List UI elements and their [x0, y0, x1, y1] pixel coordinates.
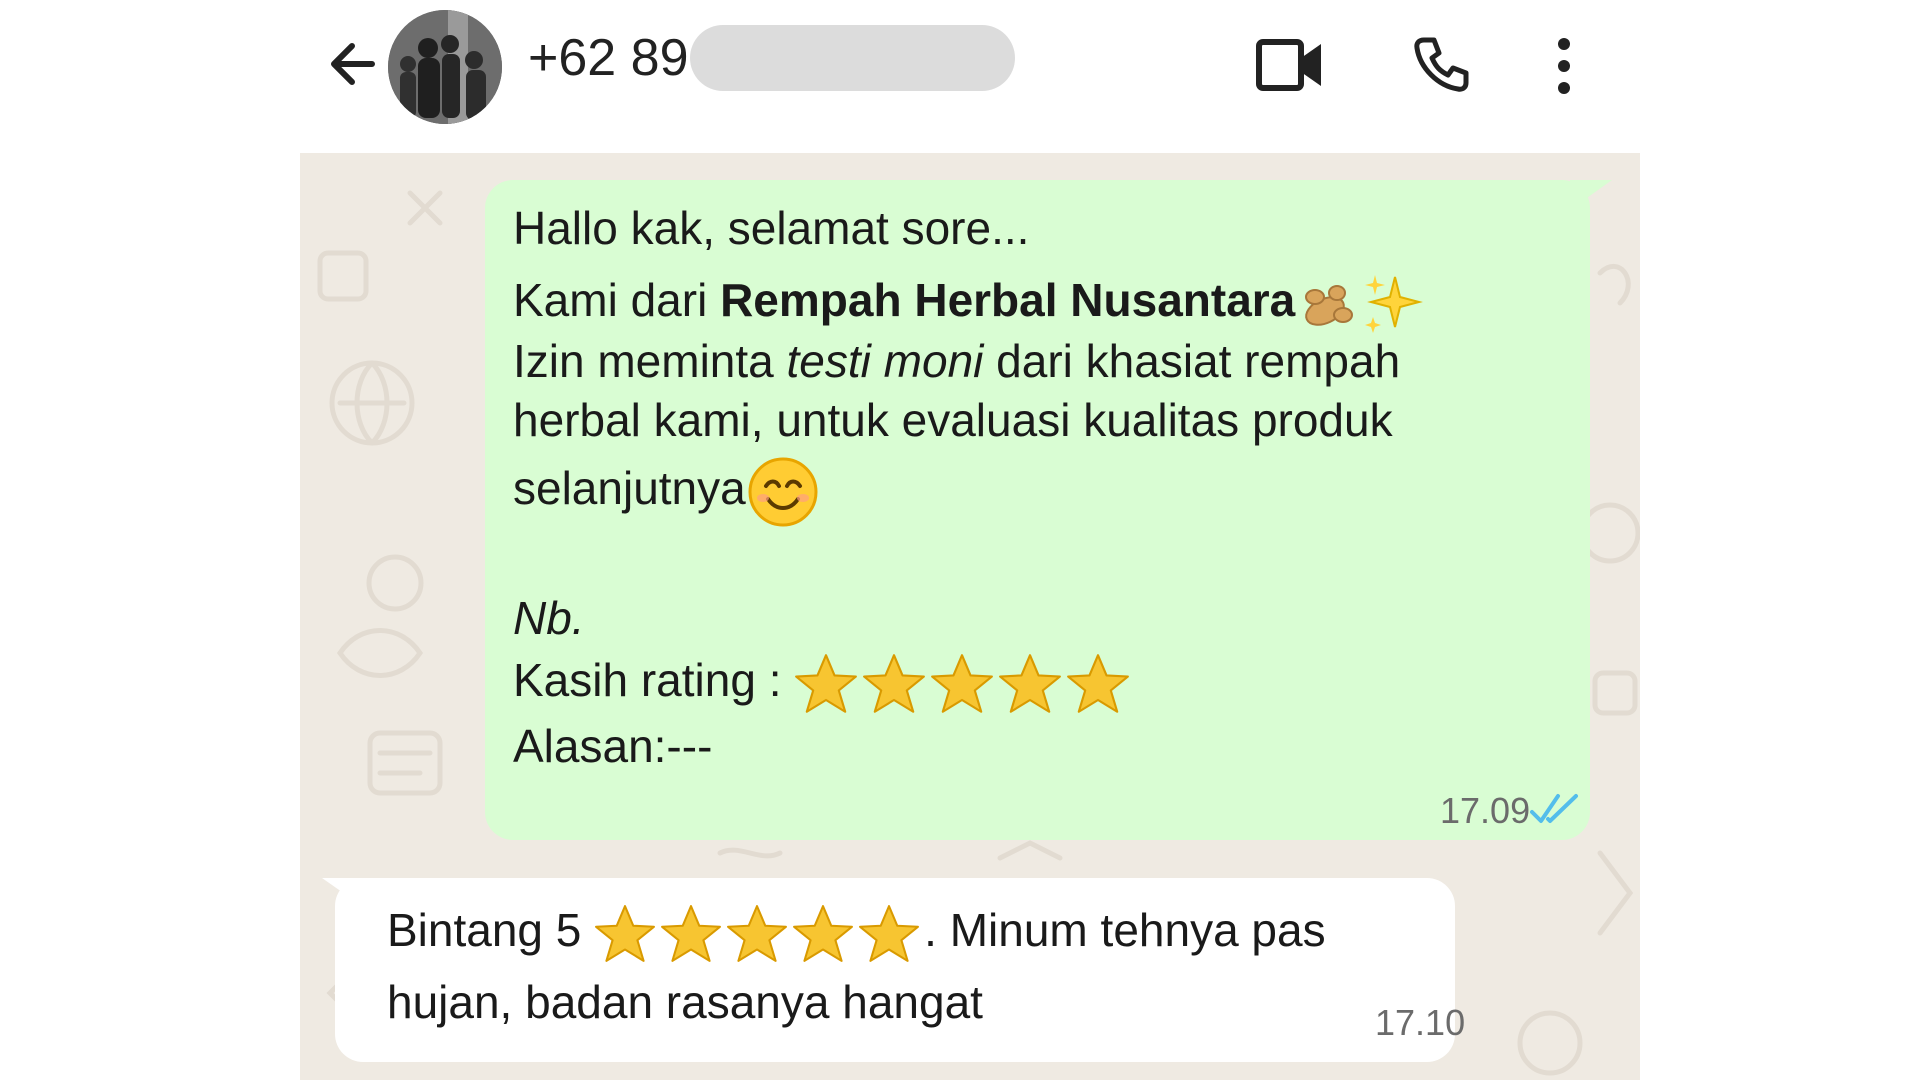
chat-header: +62 89: [300, 0, 1640, 150]
message-line: selanjutnya: [513, 455, 820, 529]
contact-number[interactable]: +62 89: [528, 28, 689, 88]
avatar-photo: [388, 10, 502, 124]
message-text: dari khasiat rempah: [983, 335, 1401, 387]
sparkles-emoji-icon: [1365, 275, 1424, 333]
message-text: Kami dari: [513, 274, 721, 327]
outgoing-message-bubble[interactable]: Hallo kak, selamat sore... Kami dari Rem…: [485, 180, 1590, 840]
chat-screen: +62 89 Hallo kak, selamat sore... Kami d…: [0, 0, 1920, 1080]
star-icon: [795, 654, 858, 713]
message-text: . Minum tehnya pas: [924, 904, 1326, 956]
avatar[interactable]: [388, 10, 502, 124]
star-icon: [931, 654, 994, 713]
smiling-face-emoji-icon: [748, 457, 818, 527]
star-rating: [594, 902, 924, 965]
message-text: Izin meminta: [513, 335, 787, 387]
message-time: 17.09: [1440, 790, 1531, 831]
double-check-read-icon: [1530, 794, 1578, 823]
note-label: Nb.: [513, 592, 585, 644]
more-vertical-icon[interactable]: [1552, 36, 1576, 96]
brand-name: Rempah Herbal Nusantara: [720, 274, 1296, 327]
message-italic-text: testi moni: [786, 335, 984, 387]
arrow-left-icon[interactable]: [322, 34, 382, 94]
star-icon: [727, 905, 788, 963]
star-icon: [859, 905, 920, 963]
message-line: herbal kami, untuk evaluasi kualitas pro…: [513, 394, 1393, 446]
star-rating: [794, 652, 1134, 716]
redaction-bar: [690, 25, 1015, 91]
message-line: Kami dari Rempah Herbal Nusantara: [513, 271, 1427, 337]
chat-area[interactable]: Hallo kak, selamat sore... Kami dari Rem…: [300, 153, 1640, 1080]
star-icon: [1067, 654, 1130, 713]
message-line: hujan, badan rasanya hangat: [387, 976, 983, 1028]
message-line: Bintang 5 . Minum tehnya pas: [387, 902, 1326, 965]
video-camera-icon[interactable]: [1255, 36, 1325, 94]
message-time: 17.10: [1375, 1002, 1466, 1043]
rating-line: Kasih rating :: [513, 652, 1134, 716]
ginger-emoji-icon: [1305, 285, 1354, 326]
message-text: selanjutnya: [513, 462, 746, 515]
star-icon: [661, 905, 722, 963]
phone-icon[interactable]: [1412, 34, 1472, 94]
rating-label: Kasih rating :: [513, 654, 795, 707]
star-icon: [595, 905, 656, 963]
message-line: Izin meminta testi moni dari khasiat rem…: [513, 333, 1400, 389]
star-icon: [863, 654, 926, 713]
message-line: Hallo kak, selamat sore...: [513, 202, 1030, 254]
star-icon: [793, 905, 854, 963]
message-text: Bintang 5: [387, 904, 595, 956]
reason-label: Alasan:---: [513, 720, 713, 772]
star-icon: [999, 654, 1062, 713]
incoming-message-bubble[interactable]: Bintang 5 . Minum tehnya pas hujan, bada…: [335, 878, 1465, 1062]
